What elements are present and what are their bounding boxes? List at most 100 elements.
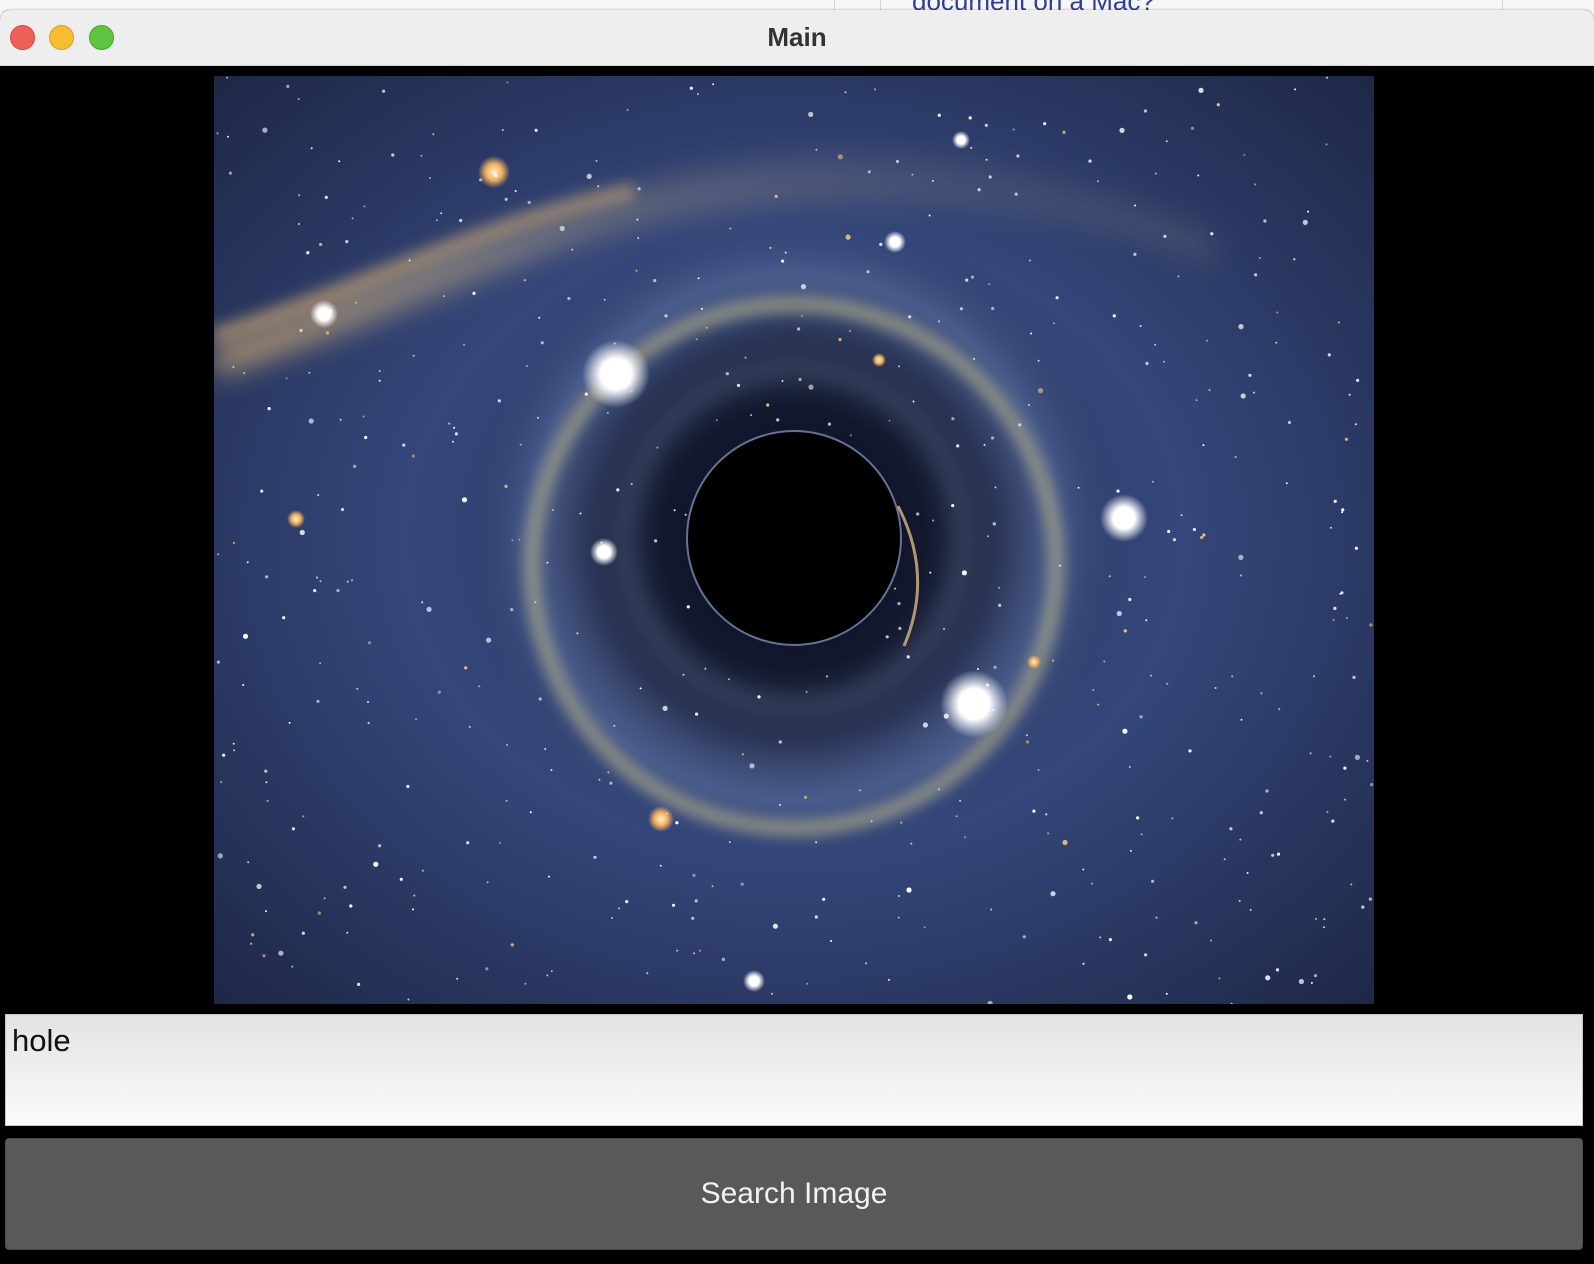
star [464,666,468,670]
star [576,632,579,635]
star [961,570,968,576]
star [1218,977,1221,980]
star [689,86,693,90]
star [822,897,826,901]
star [682,673,685,676]
star [607,771,610,774]
star [415,718,417,721]
star [800,284,807,290]
star [1285,482,1288,485]
star [525,365,528,367]
star [510,943,514,947]
star [692,873,696,878]
star [827,422,832,426]
star [627,387,634,393]
star [1202,444,1205,447]
star [898,365,900,368]
star [943,713,949,719]
star [1341,511,1344,514]
star [285,377,288,380]
star [951,504,955,508]
star [1139,325,1142,327]
star [546,974,549,977]
star [705,326,708,329]
title-bar[interactable]: Main [0,10,1594,66]
star [1097,180,1099,183]
star [1014,192,1018,196]
star [1240,718,1243,721]
star [598,778,601,781]
star [998,603,1002,607]
star [1313,974,1318,978]
star [262,127,268,133]
star [454,432,458,436]
star [844,91,847,94]
result-image [214,76,1374,1004]
star [1287,420,1291,425]
star [524,982,527,985]
star [1278,708,1281,711]
star [870,820,873,823]
star [1058,564,1061,567]
star [725,372,729,376]
star [1195,399,1198,402]
star [339,418,342,421]
star [664,314,668,318]
star [1122,728,1128,734]
star [391,153,395,157]
star [977,668,979,670]
star [413,894,416,897]
star [866,270,870,274]
star [729,227,732,230]
star [874,88,876,91]
star [1025,734,1028,737]
star [310,147,313,150]
star [613,724,616,727]
star [485,967,489,971]
star [316,576,318,579]
star [408,259,411,262]
star [1047,832,1050,835]
star [426,606,432,613]
star [1239,574,1242,577]
star [1037,359,1040,362]
star [923,926,926,929]
star [1194,921,1198,925]
star [216,132,219,135]
star [986,683,990,687]
star [232,366,235,368]
star [282,616,286,620]
star [537,416,539,419]
star [345,240,349,244]
star [323,897,326,900]
star [1133,252,1137,256]
star [595,159,598,162]
star [291,827,295,831]
star [721,957,725,962]
star [1163,360,1165,363]
star [1352,675,1356,680]
star [251,933,255,937]
star [317,911,321,915]
star [1331,819,1335,823]
search-image-button[interactable]: Search Image [5,1138,1583,1250]
star [1144,576,1146,579]
star [1313,675,1316,678]
star [1154,172,1157,175]
star [1275,341,1278,344]
star [774,194,778,198]
star [243,372,246,375]
star [266,799,269,802]
star [867,170,871,174]
star [1294,88,1297,91]
star [695,338,698,341]
star [992,709,995,711]
star [956,444,960,448]
star [340,507,345,512]
star [288,721,291,724]
star [316,699,320,703]
star [534,128,538,132]
star [1276,311,1279,314]
star [1150,674,1153,677]
search-input[interactable]: hole [5,1014,1583,1126]
